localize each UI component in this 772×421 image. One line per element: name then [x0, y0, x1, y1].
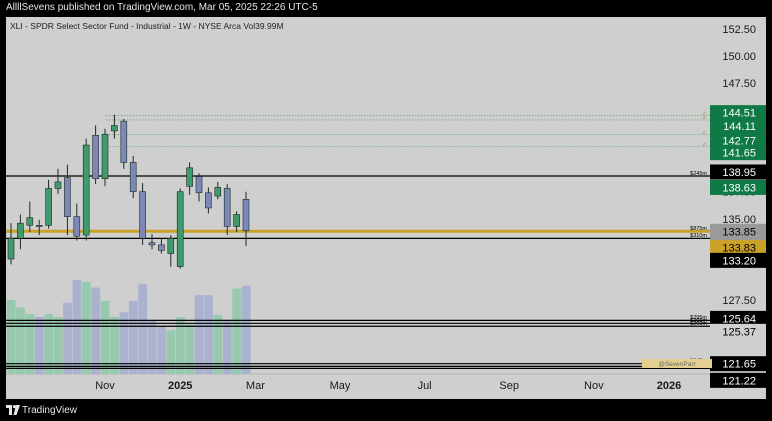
- candle-body: [223, 188, 231, 227]
- candle-body: [148, 242, 156, 246]
- candle-body: [64, 177, 71, 217]
- price-label-text: 133.85: [722, 226, 756, 238]
- level-marker: ⊿: [702, 115, 706, 121]
- volume-bar: [91, 287, 101, 374]
- price-axis: [710, 17, 766, 399]
- x-tick-label: Nov: [95, 380, 115, 392]
- tradingview-logo-icon[interactable]: [6, 405, 20, 415]
- volume-bar: [110, 317, 119, 374]
- candle-body: [129, 162, 137, 193]
- candle-body: [54, 181, 62, 189]
- volume-bar: [100, 300, 110, 374]
- x-tick-label: 2026: [657, 380, 681, 392]
- volume-bar: [72, 279, 82, 374]
- level-marker: ⊿: [702, 130, 706, 136]
- price-label-text: 125.37: [722, 326, 756, 338]
- x-tick-label: Mar: [246, 380, 265, 392]
- price-label-text: 141.65: [722, 148, 756, 160]
- volume-bar: [6, 299, 16, 374]
- candle-body: [17, 222, 24, 239]
- candle-body: [7, 238, 15, 260]
- price-label-text: 125.64: [722, 313, 756, 325]
- candle-body: [82, 144, 90, 236]
- publish-header: AllllSevens published on TradingView.com…: [6, 2, 318, 13]
- chart-frame: $245m$875m$310m⊿⊿⊿⊿$295m$265m$200m$245m$…: [6, 17, 766, 399]
- candle-body: [167, 238, 175, 254]
- volume-bar: [194, 295, 204, 374]
- x-tick-label: 2025: [168, 380, 192, 392]
- x-tick-label: Sep: [499, 380, 519, 392]
- candle-body: [242, 198, 250, 232]
- candle-body: [120, 120, 128, 163]
- candle-body: [205, 192, 212, 209]
- footer: TradingView: [0, 400, 772, 421]
- price-label-text: 133.83: [722, 243, 756, 255]
- price-label-text: 133.20: [722, 255, 756, 267]
- level-label: $875m: [690, 226, 707, 232]
- candle-body: [73, 216, 81, 237]
- y-tick-label: 127.50: [722, 295, 756, 307]
- watermark-text: @SevenParr: [658, 361, 696, 368]
- footer-brand[interactable]: TradingView: [22, 400, 77, 421]
- price-label-text: 121.65: [722, 359, 756, 371]
- candle-body: [139, 191, 146, 239]
- y-tick-label: 150.00: [722, 51, 756, 63]
- level-label: $200m: [690, 321, 707, 327]
- candle-body: [101, 133, 109, 179]
- candle-body: [233, 214, 240, 227]
- candle-body: [111, 125, 118, 132]
- price-label-text: 144.51: [722, 108, 756, 120]
- candle-body: [176, 191, 184, 267]
- y-tick-label: 152.50: [722, 24, 756, 36]
- y-tick-label: 147.50: [722, 78, 756, 90]
- volume-bar: [128, 300, 138, 374]
- candle-body: [195, 176, 203, 194]
- volume-bar: [232, 288, 242, 374]
- candle-body: [26, 217, 34, 226]
- price-label-text: 138.95: [722, 167, 756, 179]
- volume-bar: [204, 295, 213, 374]
- x-tick-label: Jul: [418, 380, 432, 392]
- candle-body: [186, 167, 193, 187]
- volume-bar: [138, 283, 148, 374]
- price-label-text: 138.63: [722, 182, 756, 194]
- candle-body: [214, 187, 222, 197]
- x-tick-label: Nov: [584, 380, 604, 392]
- volume-bar: [166, 330, 176, 374]
- volume-bar: [213, 315, 223, 374]
- price-label-text: 121.22: [722, 375, 756, 387]
- volume-bar: [175, 317, 185, 374]
- chart-title: XLI - SPDR Select Sector Fund - Industri…: [10, 21, 284, 31]
- candle-body: [35, 225, 43, 227]
- candle-body: [92, 134, 99, 179]
- x-tick-label: May: [330, 380, 351, 392]
- level-marker: ⊿: [702, 142, 706, 148]
- candle-body: [158, 244, 165, 251]
- volume-bar: [241, 285, 251, 374]
- volume-bar: [81, 281, 91, 374]
- volume-bar: [53, 317, 63, 374]
- candle-body: [45, 188, 52, 226]
- volume-bar: [119, 312, 129, 374]
- price-label-text: 144.11: [723, 121, 756, 133]
- level-label: $310m: [690, 233, 707, 239]
- volume-bar: [34, 317, 44, 374]
- level-label: $245m: [690, 171, 707, 177]
- price-chart[interactable]: $245m$875m$310m⊿⊿⊿⊿$295m$265m$200m$245m$…: [6, 17, 766, 399]
